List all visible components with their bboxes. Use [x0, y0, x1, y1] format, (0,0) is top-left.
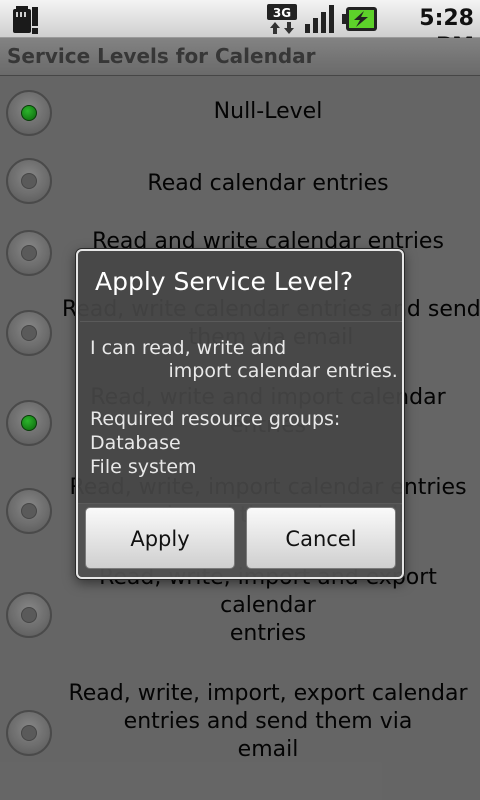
resource-group-item: Database [90, 432, 181, 454]
dialog-description: I can read, write and import calendar en… [90, 337, 398, 382]
signal-strength-icon [305, 5, 334, 33]
resource-groups-heading: Required resource groups: [90, 408, 341, 430]
apply-button[interactable]: Apply [85, 507, 235, 569]
sd-card-warning-icon [13, 6, 38, 34]
status-bar: 3G 5:28 PM [0, 0, 480, 59]
battery-charging-icon [342, 7, 377, 31]
3g-data-icon: 3G [267, 4, 297, 34]
status-clock: 5:28 PM [419, 6, 474, 59]
dialog-divider [80, 321, 402, 322]
3g-label: 3G [273, 6, 291, 20]
apply-service-level-dialog: Apply Service Level? I can read, write a… [76, 249, 404, 579]
cancel-button[interactable]: Cancel [246, 507, 396, 569]
dialog-title: Apply Service Level? [95, 267, 354, 296]
resource-group-item: File system [90, 456, 197, 478]
